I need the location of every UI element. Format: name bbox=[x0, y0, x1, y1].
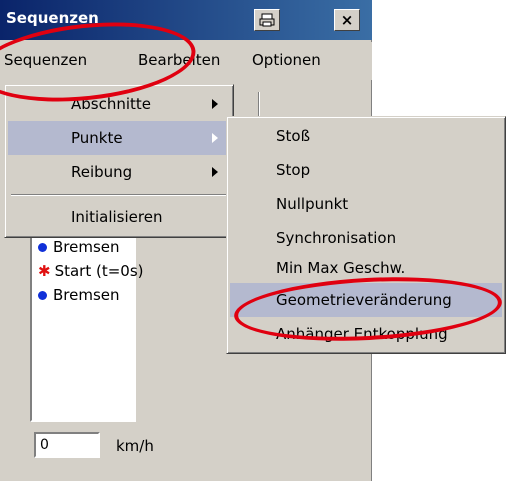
menu-item-reibung[interactable]: Reibung bbox=[8, 155, 230, 189]
menu-item-initialisieren[interactable]: Initialisieren bbox=[8, 200, 230, 234]
sequenzen-dropdown: Abschnitte Punkte Reibung Initialisieren bbox=[4, 84, 234, 238]
submenu-arrow-icon bbox=[212, 167, 218, 177]
menu-item-nullpunkt[interactable]: Nullpunkt bbox=[230, 187, 502, 221]
menu-item-synchronisation[interactable]: Synchronisation bbox=[230, 221, 502, 255]
menu-optionen[interactable]: Optionen bbox=[248, 51, 325, 69]
list-item[interactable]: ✱ Start (t=0s) bbox=[38, 262, 144, 280]
speed-input[interactable]: 0 bbox=[34, 432, 100, 458]
list-item[interactable]: Bremsen bbox=[38, 286, 120, 304]
blue-dot-icon bbox=[38, 291, 47, 300]
menu-separator bbox=[11, 194, 227, 196]
submenu-arrow-icon bbox=[212, 99, 218, 109]
submenu-arrow-icon bbox=[212, 133, 218, 143]
printer-icon[interactable] bbox=[254, 9, 280, 31]
menu-item-stop[interactable]: Stop bbox=[230, 153, 502, 187]
close-button[interactable]: × bbox=[334, 9, 360, 31]
menu-item-stoss[interactable]: Stoß bbox=[230, 119, 502, 153]
speed-unit: km/h bbox=[116, 437, 154, 455]
start-marker-icon: ✱ bbox=[38, 262, 51, 280]
list-item[interactable]: Bremsen bbox=[38, 238, 120, 256]
menu-item-punkte[interactable]: Punkte bbox=[8, 121, 230, 155]
blue-dot-icon bbox=[38, 243, 47, 252]
